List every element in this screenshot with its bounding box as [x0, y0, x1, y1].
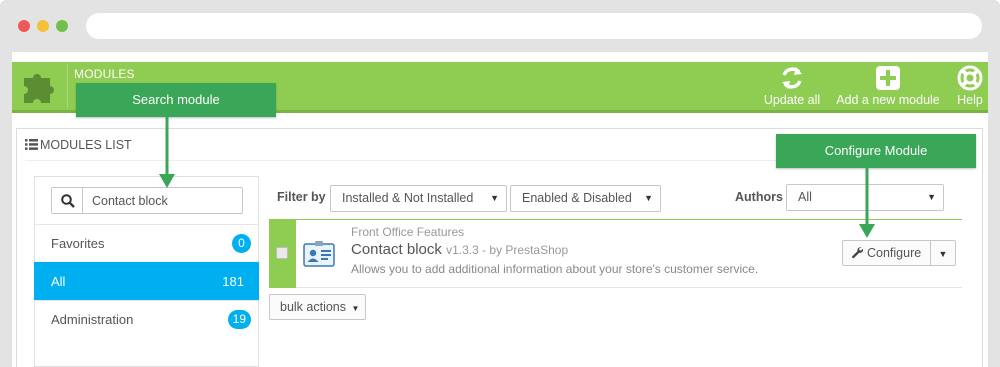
page-title: MODULES: [74, 67, 135, 81]
search-input[interactable]: [84, 188, 242, 213]
caret-down-icon: ▼: [644, 193, 653, 203]
configure-label: Configure: [867, 246, 922, 260]
help-button[interactable]: Help: [953, 65, 987, 107]
configure-dropdown-toggle[interactable]: ▼: [930, 240, 956, 266]
category-count-badge: 19: [227, 310, 251, 329]
module-name: Contact block: [351, 241, 442, 258]
configure-button[interactable]: Configure: [842, 240, 931, 266]
module-version: v1.3.3 - by PrestaShop: [446, 243, 569, 257]
authors-value: All: [798, 190, 812, 204]
search-icon: [61, 194, 75, 208]
category-label: Favorites: [51, 236, 105, 251]
module-checkbox[interactable]: [276, 247, 288, 259]
lifebuoy-icon: [957, 65, 983, 91]
configure-module-callout: Configure Module: [776, 134, 976, 168]
category-item-favorites[interactable]: Favorites 0: [34, 224, 259, 262]
caret-down-icon: ▼: [490, 193, 499, 203]
list-icon: [25, 139, 38, 150]
contact-card-icon: [303, 241, 335, 267]
minimize-window-dot[interactable]: [37, 20, 49, 32]
panel-heading: MODULES LIST: [25, 138, 132, 152]
update-all-button[interactable]: Update all: [762, 65, 822, 107]
search-module-callout: Search module: [76, 83, 276, 117]
category-item-all[interactable]: All 181: [34, 262, 259, 300]
browser-titlebar: [0, 0, 1000, 52]
update-all-label: Update all: [763, 93, 821, 107]
category-count-badge: 0: [232, 234, 251, 253]
caret-down-icon: ▼: [927, 192, 936, 202]
authors-label: Authors: [735, 190, 783, 204]
module-title: Contact block v1.3.3 - by PrestaShop: [351, 241, 568, 258]
address-bar[interactable]: [86, 13, 982, 39]
search-addon: [52, 188, 83, 213]
add-module-label: Add a new module: [836, 93, 940, 107]
add-module-button[interactable]: Add a new module: [834, 65, 942, 107]
close-window-dot[interactable]: [18, 20, 30, 32]
bulk-actions-label: bulk actions: [280, 300, 347, 314]
enabled-status-value: Enabled & Disabled: [522, 191, 632, 205]
category-label: Administration: [51, 312, 134, 327]
help-label: Help: [957, 93, 983, 107]
module-description: Allows you to add additional information…: [351, 262, 759, 276]
install-status-value: Installed & Not Installed: [342, 191, 474, 205]
browser-window: MODULES Update all Add a new module Help…: [0, 0, 1000, 367]
caret-down-icon: ▼: [938, 249, 948, 259]
wrench-icon: [852, 247, 864, 259]
category-label: All: [51, 274, 66, 289]
refresh-icon: [782, 67, 802, 89]
caret-down-icon: ▼: [351, 304, 360, 313]
module-status-bar: [269, 220, 296, 288]
module-category: Front Office Features: [351, 225, 465, 239]
maximize-window-dot[interactable]: [56, 20, 68, 32]
bulk-actions-button[interactable]: bulk actions ▼: [269, 294, 366, 320]
module-search: [51, 187, 243, 214]
plus-square-icon: [876, 66, 900, 90]
toolbar-divider: [67, 64, 68, 108]
authors-select[interactable]: All ▼: [786, 184, 944, 211]
category-count-badge: 181: [222, 274, 244, 289]
puzzle-icon: [24, 74, 54, 103]
filter-by-label: Filter by: [277, 190, 326, 204]
category-item-administration[interactable]: Administration 19: [34, 300, 259, 338]
panel-heading-text: MODULES LIST: [40, 138, 132, 152]
enabled-status-select[interactable]: Enabled & Disabled ▼: [510, 185, 661, 212]
install-status-select[interactable]: Installed & Not Installed ▼: [330, 185, 507, 212]
